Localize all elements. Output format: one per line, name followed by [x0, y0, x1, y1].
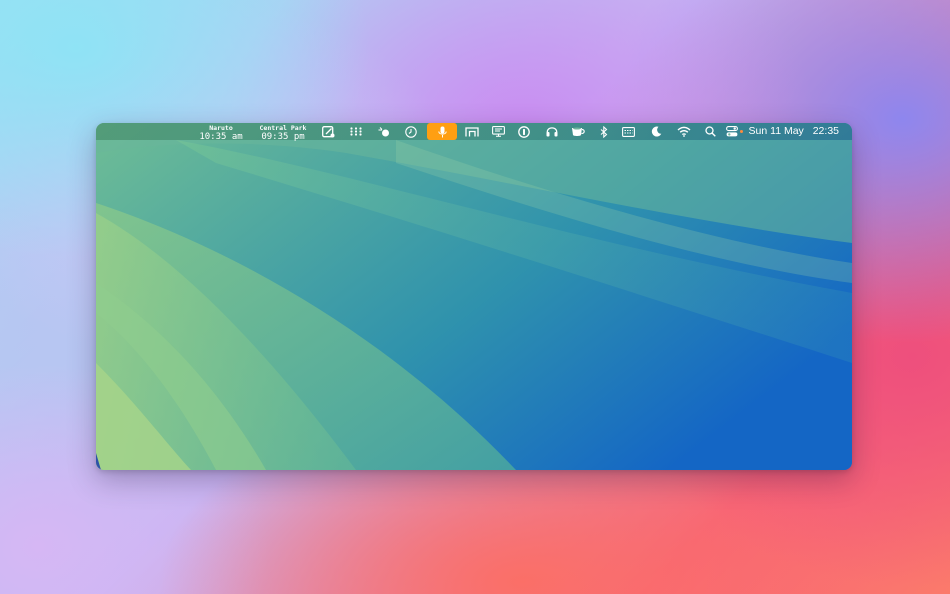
clock-icon[interactable] [403, 125, 419, 138]
screenshot-edit-icon[interactable] [320, 125, 336, 138]
clock-time-label: 10:35 am [199, 132, 243, 142]
desktop-background: { "menubar": { "world_clocks": [ {"city"… [0, 0, 950, 594]
password-manager-icon[interactable] [516, 125, 532, 138]
dots-grid-icon[interactable] [348, 125, 364, 138]
headphones-icon[interactable] [544, 125, 560, 138]
menu-bar: Naruto 10:35 am Central Park 09:35 pm Su… [96, 123, 852, 142]
clock-city-label: Naruto [209, 124, 233, 132]
microphone-recording-button[interactable] [427, 123, 457, 140]
world-clock-central-park[interactable]: Central Park 09:35 pm [257, 124, 309, 142]
coffee-cup-icon[interactable] [570, 125, 586, 138]
stage-icon[interactable] [464, 125, 480, 138]
bluetooth-icon[interactable] [596, 125, 612, 138]
search-icon[interactable] [702, 125, 718, 138]
keyboard-icon[interactable] [620, 125, 636, 138]
clock-city-label: Central Park [259, 124, 307, 132]
menu-bar-date: Sun 11 May [748, 125, 804, 137]
menu-bar-time: 22:35 [812, 125, 839, 137]
sequoia-wallpaper [96, 123, 852, 470]
moon-icon[interactable] [648, 125, 664, 138]
cursor-click-icon[interactable] [376, 125, 392, 138]
wifi-icon[interactable] [676, 125, 692, 138]
display-icon[interactable] [490, 125, 506, 138]
clock-time-label: 09:35 pm [261, 132, 305, 142]
menu-bar-clock[interactable]: Sun 11 May 22:35 [749, 125, 839, 138]
privacy-indicator-dot [740, 130, 743, 133]
mac-screen-preview: Naruto 10:35 am Central Park 09:35 pm Su… [96, 123, 852, 470]
microphone-icon [437, 126, 447, 137]
control-center-icon[interactable] [724, 125, 740, 138]
world-clock-naruto[interactable]: Naruto 10:35 am [196, 124, 246, 142]
